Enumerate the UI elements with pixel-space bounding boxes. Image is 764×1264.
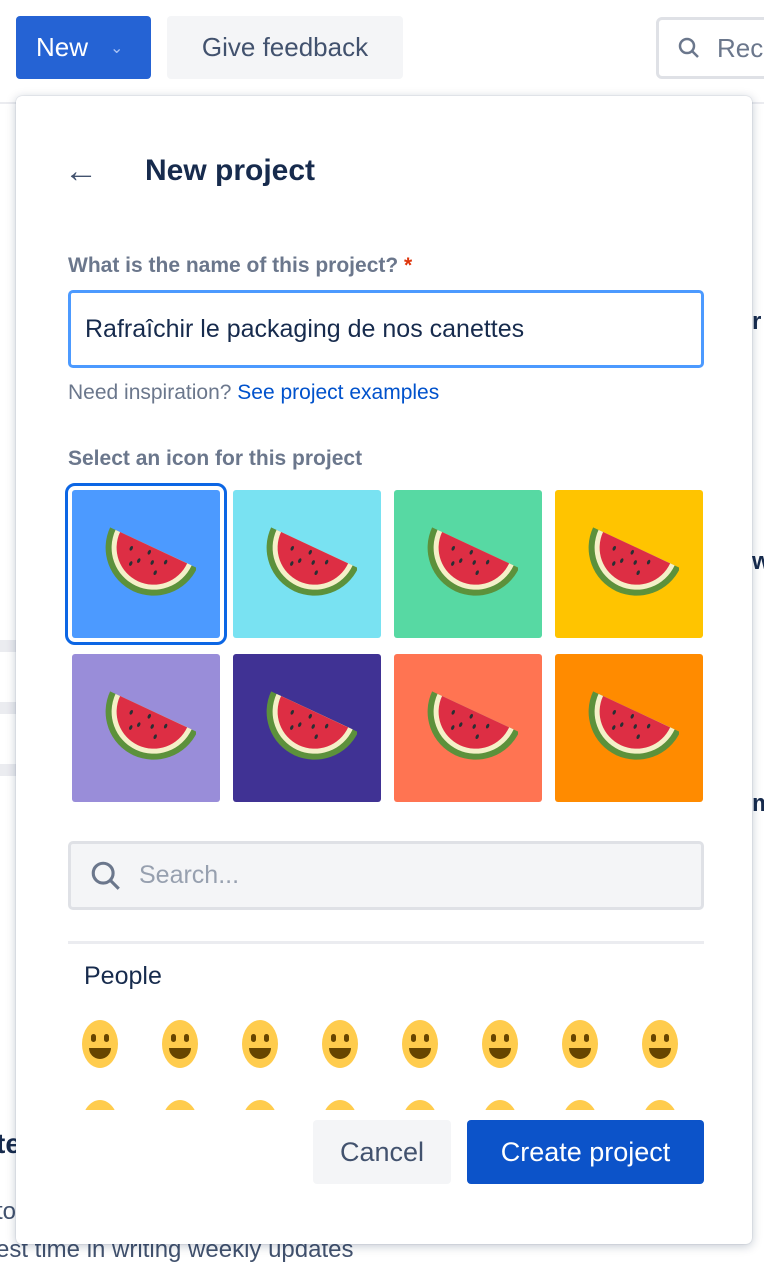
watermelon-icon xyxy=(266,691,357,760)
search-text: Rec xyxy=(717,32,764,63)
watermelon-icon xyxy=(105,691,196,760)
background-text: to xyxy=(0,1198,17,1225)
dialog-title: New project xyxy=(145,154,316,187)
watermelon-icon xyxy=(427,691,518,760)
project-name-input[interactable] xyxy=(68,290,704,368)
background-line xyxy=(0,640,16,652)
icon-option[interactable] xyxy=(394,654,542,802)
emoji-joy-icon[interactable] xyxy=(562,1020,598,1068)
back-arrow-icon[interactable]: ← xyxy=(64,152,98,191)
background-line xyxy=(0,764,16,776)
emoji-row xyxy=(82,1020,678,1068)
project-examples-link[interactable]: See project examples xyxy=(237,381,439,404)
name-label: What is the name of this project? * xyxy=(68,254,412,278)
create-project-button[interactable]: Create project xyxy=(467,1120,704,1184)
emoji-icon[interactable] xyxy=(482,1100,518,1110)
emoji-search-input[interactable]: Search... xyxy=(68,841,704,910)
watermelon-icon xyxy=(266,527,357,596)
emoji-icon[interactable] xyxy=(322,1100,358,1110)
icon-option[interactable] xyxy=(233,490,381,638)
emoji-grinning-icon[interactable] xyxy=(82,1020,118,1068)
divider xyxy=(68,941,704,944)
emoji-icon[interactable] xyxy=(162,1100,198,1110)
emoji-row xyxy=(82,1100,678,1110)
required-mark: * xyxy=(404,254,413,277)
icon-label: Select an icon for this project xyxy=(68,447,363,470)
search-icon xyxy=(91,861,120,890)
new-button[interactable]: New ⌄ xyxy=(16,16,151,79)
emoji-category-people: People xyxy=(84,962,162,990)
emoji-icon[interactable] xyxy=(82,1100,118,1110)
icon-grid xyxy=(65,483,703,802)
give-feedback-button[interactable]: Give feedback xyxy=(167,16,403,79)
emoji-smile-icon[interactable] xyxy=(242,1020,278,1068)
cancel-button[interactable]: Cancel xyxy=(313,1120,451,1184)
icon-option[interactable] xyxy=(233,654,381,802)
top-bar: New ⌄ Give feedback Rec xyxy=(0,0,764,104)
watermelon-icon xyxy=(588,527,679,596)
inspiration-label: Need inspiration? xyxy=(68,381,232,404)
watermelon-icon xyxy=(105,527,196,596)
new-label: New xyxy=(36,32,89,62)
emoji-grin-icon[interactable] xyxy=(322,1020,358,1068)
icon-option[interactable] xyxy=(555,490,703,638)
emoji-icon[interactable] xyxy=(242,1100,278,1110)
emoji-sweat_smile-icon[interactable] xyxy=(482,1020,518,1068)
emoji-smiley-icon[interactable] xyxy=(162,1020,198,1068)
background-text: m xyxy=(752,790,764,817)
search-icon xyxy=(678,37,699,58)
icon-option[interactable] xyxy=(72,654,220,802)
emoji-laughing-icon[interactable] xyxy=(402,1020,438,1068)
background-text: r xyxy=(752,308,762,335)
emoji-icon[interactable] xyxy=(402,1100,438,1110)
emoji-icon[interactable] xyxy=(562,1100,598,1110)
icon-option[interactable] xyxy=(65,483,227,645)
icon-option[interactable] xyxy=(555,654,703,802)
watermelon-icon xyxy=(588,691,679,760)
background-text: w xyxy=(752,548,764,575)
name-label-text: What is the name of this project? xyxy=(68,254,399,277)
inspiration-text: Need inspiration? See project examples xyxy=(68,381,439,405)
emoji-icon[interactable] xyxy=(642,1100,678,1110)
search-placeholder: Search... xyxy=(139,861,240,889)
top-search-input[interactable]: Rec xyxy=(656,17,764,79)
emoji-rofl-icon[interactable] xyxy=(642,1020,678,1068)
background-line xyxy=(0,702,16,714)
watermelon-icon xyxy=(427,527,518,596)
chevron-down-icon: ⌄ xyxy=(110,39,124,57)
icon-option[interactable] xyxy=(394,490,542,638)
